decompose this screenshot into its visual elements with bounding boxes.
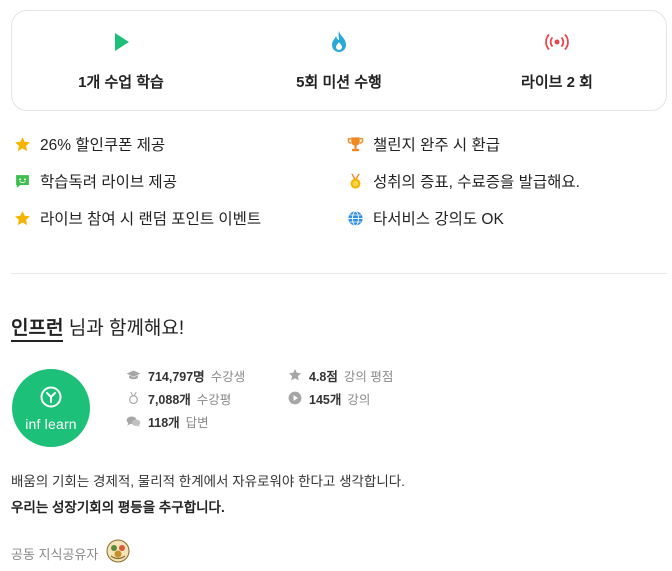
stat-missions: 5회 미션 수행 <box>239 29 439 92</box>
stat-label: 5회 미션 수행 <box>296 74 382 91</box>
benefit-item: 학습독려 라이브 제공 <box>13 170 346 192</box>
medal-icon <box>126 391 141 406</box>
stat-label: 1개 수업 학습 <box>78 74 164 91</box>
benefit-text: 성취의 증표, 수료증을 발급해요. <box>373 174 580 191</box>
co-sharer-avatar[interactable] <box>106 539 130 568</box>
trophy-icon <box>346 135 364 153</box>
benefit-text: 챌린지 완주 시 환급 <box>373 137 500 154</box>
benefit-text: 26% 할인쿠폰 제공 <box>40 137 166 154</box>
stat-value: 7,088개 <box>148 392 191 407</box>
globe-icon <box>346 209 364 227</box>
co-sharer: 공동 지식공유자 <box>11 539 130 568</box>
stat-label: 라이브 2 회 <box>521 74 593 91</box>
stat-live: 라이브 2 회 <box>457 29 657 92</box>
instructor-logo[interactable]: inf learn <box>12 369 90 447</box>
benefit-item: 성취의 증표, 수료증을 발급해요. <box>346 170 663 192</box>
chat-bubbles-icon <box>126 414 141 429</box>
instructor-description: 배움의 기회는 경제적, 물리적 한계에서 자유로워야 한다고 생각합니다. 우… <box>11 469 405 521</box>
benefit-item: 챌린지 완주 시 환급 <box>346 133 663 155</box>
instructor-stat: 4.8점 강의 평점 <box>287 366 447 384</box>
challenge-stats-card: 1개 수업 학습 5회 미션 수행 라이브 2 회 <box>11 10 667 111</box>
description-emphasis: 우리는 성장기회의 평등을 추구합니다. <box>11 500 225 515</box>
star-icon <box>13 209 31 227</box>
medal-icon <box>346 172 364 190</box>
graduation-cap-icon <box>126 368 141 383</box>
stat-label: 강의 평점 <box>343 369 394 384</box>
stat-value: 145개 <box>309 392 342 407</box>
benefit-text: 라이브 참여 시 랜덤 포인트 이벤트 <box>40 211 262 228</box>
instructor-stat: 7,088개 수강평 <box>126 389 287 407</box>
benefit-text: 학습독려 라이브 제공 <box>40 174 177 191</box>
stat-lessons: 1개 수업 학습 <box>21 29 221 92</box>
stat-label: 수강평 <box>196 392 232 407</box>
benefit-item: 26% 할인쿠폰 제공 <box>13 133 346 155</box>
stat-value: 118개 <box>148 415 180 430</box>
star-icon <box>287 368 302 383</box>
instructor-stat: 145개 강의 <box>287 389 447 407</box>
stat-value: 714,797명 <box>148 369 205 384</box>
instructor-stat: 118개 답변 <box>126 412 287 430</box>
benefits-list: 26% 할인쿠폰 제공 챌린지 완주 시 환급 학습독려 라이브 제공 성취의 … <box>13 133 663 229</box>
instructor-stats: 714,797명 수강생 4.8점 강의 평점 7,088개 수강평 145개 … <box>126 366 447 430</box>
instructor-heading-suffix: 님과 함께해요! <box>63 318 185 339</box>
stat-label: 수강생 <box>210 369 246 384</box>
benefit-item: 타서비스 강의도 OK <box>346 207 663 229</box>
logo-text: inf learn <box>25 415 77 432</box>
play-circle-icon <box>287 391 302 406</box>
live-broadcast-icon <box>543 29 571 55</box>
instructor-heading: 인프런 님과 함께해요! <box>11 313 185 342</box>
stat-value: 4.8점 <box>309 369 338 384</box>
stat-label: 강의 <box>347 392 371 407</box>
star-icon <box>13 135 31 153</box>
lightbulb-icon <box>39 385 63 414</box>
chat-icon <box>13 172 31 190</box>
co-sharer-label: 공동 지식공유자 <box>11 547 99 562</box>
benefit-text: 타서비스 강의도 OK <box>373 211 504 228</box>
instructor-stat: 714,797명 수강생 <box>126 366 287 384</box>
benefit-item: 라이브 참여 시 랜덤 포인트 이벤트 <box>13 207 346 229</box>
instructor-name-link[interactable]: 인프런 <box>11 318 64 342</box>
description-line: 배움의 기회는 경제적, 물리적 한계에서 자유로워야 한다고 생각합니다. <box>11 474 405 489</box>
stat-label: 답변 <box>185 415 209 430</box>
section-divider <box>11 273 667 274</box>
play-icon <box>110 29 132 55</box>
flame-icon <box>328 29 350 55</box>
